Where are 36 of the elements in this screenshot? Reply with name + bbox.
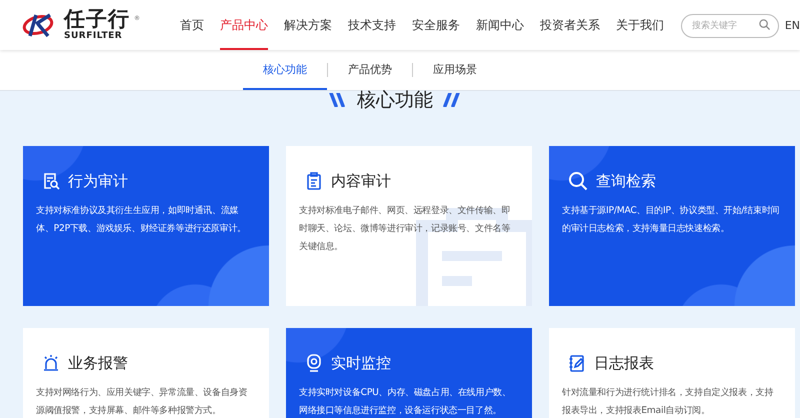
card-description: 支持对标准电子邮件、网页、远程登录、文件传输、即时聊天、论坛、微博等进行审计，记录账号、文件名等关键信息。 [299, 204, 512, 254]
logo-subtitle: SURFILTER [64, 32, 124, 41]
slash-decoration-icon [329, 93, 347, 107]
card-description: 针对流量和行为进行统计排名，支持自定义报表，支持报表导出，支持报表Email自动订阅。 [562, 386, 774, 418]
nav-link[interactable]: 关于我们 [616, 0, 664, 50]
card-description: 支持基于源IP/MAC、目的IP、协议类型、开始/结束时间的审计日志检索，支持海量日志快速检索。 [562, 204, 780, 236]
card-title: 日志报表 [594, 354, 654, 372]
logo-name: 任子行 [64, 9, 130, 30]
section-tab[interactable]: 产品优势 [328, 50, 412, 90]
search-icon[interactable] [758, 19, 770, 30]
alarm-light-icon [42, 354, 60, 372]
nav-link[interactable]: 技术支持 [348, 0, 396, 50]
nav-link[interactable]: 解决方案 [284, 0, 332, 50]
card-title: 实时监控 [331, 354, 391, 372]
document-search-icon [42, 172, 60, 190]
card-title: 行为审计 [68, 172, 128, 190]
language-link[interactable]: EN [784, 18, 800, 32]
webcam-icon [305, 354, 323, 372]
clipboard-icon [305, 172, 323, 190]
search-icon [568, 171, 588, 191]
card-title: 查询检索 [596, 172, 656, 190]
nav-link[interactable]: 投资者关系 [540, 0, 600, 50]
notebook-pen-icon [568, 354, 586, 372]
slash-decoration-icon [443, 93, 461, 107]
nav-link[interactable]: 安全服务 [412, 0, 460, 50]
card-title: 业务报警 [68, 354, 128, 372]
section-tab[interactable]: 应用场景 [413, 50, 497, 90]
card-description: 支持实时对设备CPU、内存、磁盘占用、在线用户数、网络接口等信息进行监控，设备运行状态一目了然。 [299, 386, 512, 418]
nav-link[interactable]: 首页 [180, 0, 204, 50]
nav-link[interactable]: 新闻中心 [476, 0, 524, 50]
section-title: 核心功能 [357, 91, 433, 109]
search-field[interactable]: 搜索关键字 [680, 14, 779, 38]
card-description: 支持对标准协议及其衍生生应用，如即时通讯、流媒体、P2P下载、游戏娱乐、财经证券等进行还原审计。 [36, 204, 247, 236]
card-title: 内容审计 [331, 172, 391, 190]
card-description: 支持对网络行为、应用关键字、异常流量、设备自身资源阈值报警，支持屏幕、邮件等多种报警方式。 [36, 386, 248, 418]
section-tab[interactable]: 核心功能 [243, 50, 327, 90]
